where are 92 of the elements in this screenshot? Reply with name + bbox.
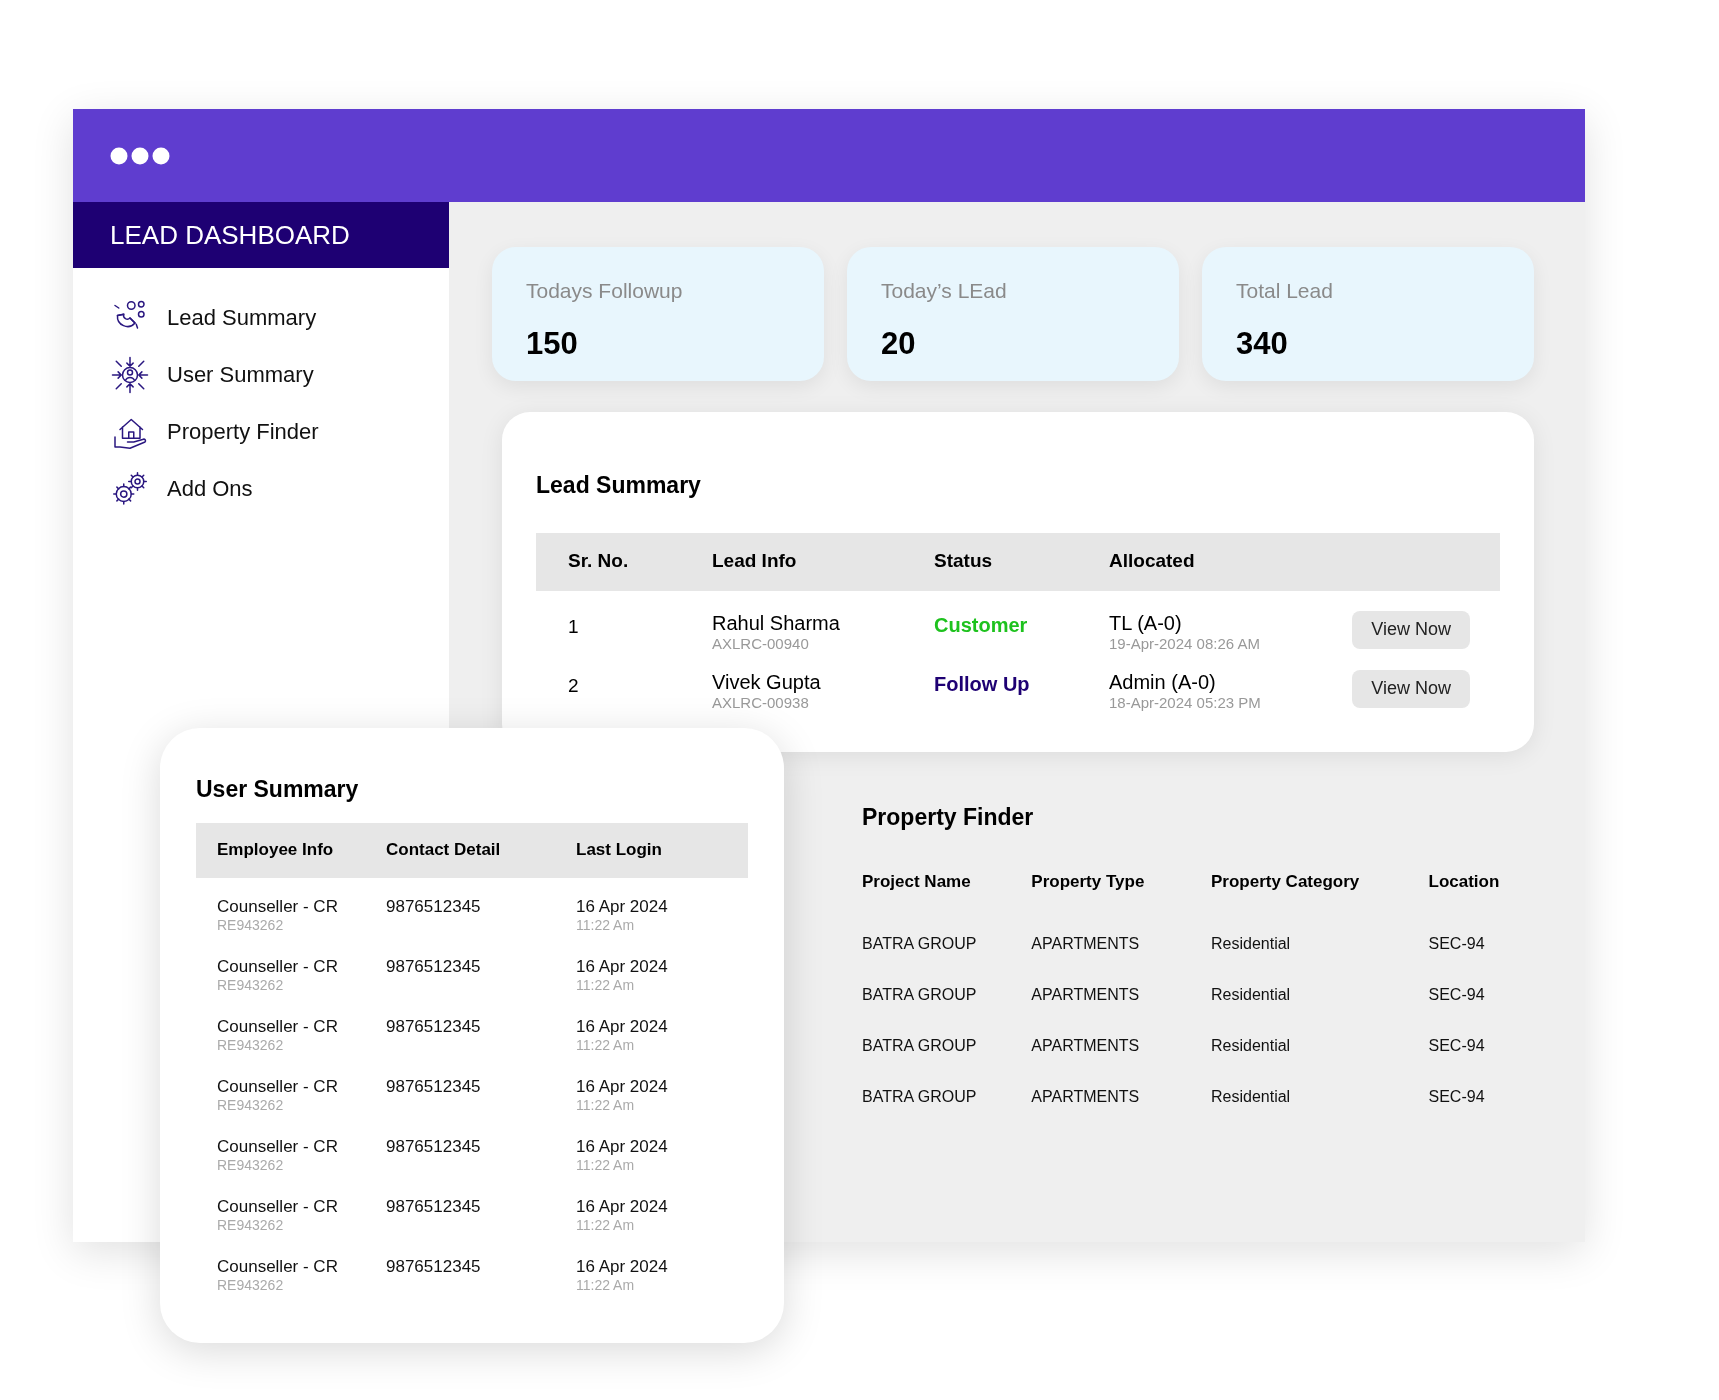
sidebar-item[interactable]: Add Ons: [110, 467, 449, 510]
table-cell-text: Residential: [1211, 985, 1292, 1005]
table-cell-text: 9876512345: [386, 1195, 482, 1218]
employee-id: RE943262: [217, 976, 285, 994]
allocated-date: 18-Apr-2024 05:23 PM: [1109, 693, 1262, 712]
table-cell-text: 9876512345: [386, 1255, 482, 1278]
employee-role: Counseller - CR: [217, 1195, 339, 1217]
employee-id: RE943262: [217, 1156, 285, 1174]
view-now-button[interactable]: View Now: [1352, 610, 1470, 649]
employee-role: Counseller - CR: [217, 955, 339, 977]
table-cell-text: BATRA GROUP: [862, 1087, 978, 1107]
table-cell-text: SEC-94: [1428, 934, 1486, 954]
allocated-to: TL (A-0): [1109, 610, 1183, 635]
table-cell-text: BATRA GROUP: [862, 934, 978, 954]
employee-role: Counseller - CR: [217, 895, 339, 917]
login-date: 16 Apr 2024: [576, 895, 669, 917]
column-header: Sr. No.: [567, 549, 630, 574]
table-cell-text: APARTMENTS: [1031, 985, 1141, 1005]
employee-role: Counseller - CR: [217, 1255, 339, 1277]
stat-value: 340: [1236, 324, 1289, 363]
login-date: 16 Apr 2024: [576, 1255, 669, 1277]
stat-label: Todays Followup: [526, 278, 684, 304]
column-header: Last Login: [576, 839, 663, 862]
column-header: Property Category: [1211, 870, 1361, 893]
table-cell-text: 2: [567, 673, 580, 698]
table-cell-text: 1: [567, 614, 580, 639]
dashboard-title: LEAD DASHBOARD: [110, 218, 350, 252]
sidebar-item[interactable]: Property Finder: [110, 410, 449, 453]
sidebar-item[interactable]: User Summary: [110, 353, 449, 396]
table-cell-text: 9876512345: [386, 955, 482, 978]
section-title: User Summary: [196, 775, 360, 804]
login-date: 16 Apr 2024: [576, 1135, 669, 1157]
column-header: Project Name: [862, 870, 972, 893]
login-date: 16 Apr 2024: [576, 1195, 669, 1217]
employee-id: RE943262: [217, 1096, 285, 1114]
column-header: Status: [934, 549, 994, 574]
stat-value: 150: [526, 324, 579, 363]
column-header: Contact Detail: [386, 839, 502, 862]
table-cell-text: APARTMENTS: [1031, 1087, 1141, 1107]
stat-label: Today’s LEad: [881, 278, 1008, 304]
table-cell-text: Residential: [1211, 1087, 1292, 1107]
section-title: Property Finder: [862, 803, 1035, 832]
login-date: 16 Apr 2024: [576, 1015, 669, 1037]
sidebar-item[interactable]: Lead Summary: [110, 296, 449, 339]
column-header: Lead Info: [712, 549, 798, 574]
employee-role: Counseller - CR: [217, 1075, 339, 1097]
table-cell-text: 9876512345: [386, 1015, 482, 1038]
lead-name: Rahul Sharma: [712, 610, 841, 635]
table-cell-text: 9876512345: [386, 1075, 482, 1098]
column-header: Allocated: [1109, 549, 1196, 574]
status-text: Customer: [934, 613, 1028, 636]
login-time: 11:22 Am: [576, 1216, 636, 1234]
column-header: Property Type: [1031, 870, 1146, 893]
lead-code: AXLRC-00940: [712, 634, 810, 653]
table-cell-text: SEC-94: [1428, 985, 1486, 1005]
view-now-button[interactable]: View Now: [1352, 669, 1470, 708]
login-date: 16 Apr 2024: [576, 1075, 669, 1097]
section-title: Lead Summary: [536, 471, 702, 500]
table-cell-text: BATRA GROUP: [862, 1036, 978, 1056]
employee-id: RE943262: [217, 916, 285, 934]
allocated-to: Admin (A-0): [1109, 669, 1217, 694]
table-cell-text: SEC-94: [1428, 1087, 1486, 1107]
person-arrows-icon: [110, 354, 150, 395]
login-time: 11:22 Am: [576, 976, 636, 994]
table-cell-text: Residential: [1211, 1036, 1292, 1056]
login-time: 11:22 Am: [576, 1156, 636, 1174]
stat-value: 20: [881, 324, 917, 363]
column-header: Location: [1428, 870, 1501, 893]
login-time: 11:22 Am: [576, 1276, 636, 1294]
table-cell-text: 9876512345: [386, 1135, 482, 1158]
lead-code: AXLRC-00938: [712, 693, 810, 712]
status-text: Follow Up: [934, 672, 1030, 695]
table-cell-text: 9876512345: [386, 895, 482, 918]
allocated-date: 19-Apr-2024 08:26 AM: [1109, 634, 1261, 653]
login-time: 11:22 Am: [576, 916, 636, 934]
login-date: 16 Apr 2024: [576, 955, 669, 977]
login-time: 11:22 Am: [576, 1096, 636, 1114]
login-time: 11:22 Am: [576, 1036, 636, 1054]
employee-role: Counseller - CR: [217, 1015, 339, 1037]
stat-label: Total Lead: [1236, 278, 1334, 304]
column-header: Employee Info: [216, 839, 335, 862]
employee-id: RE943262: [217, 1216, 285, 1234]
employee-role: Counseller - CR: [217, 1135, 339, 1157]
window-dots-icon: [110, 146, 170, 165]
lead-name: Vivek Gupta: [712, 669, 822, 694]
table-cell-text: Residential: [1211, 934, 1292, 954]
employee-id: RE943262: [217, 1036, 285, 1054]
table-cell-text: APARTMENTS: [1031, 934, 1141, 954]
employee-id: RE943262: [217, 1276, 285, 1294]
table-cell-text: APARTMENTS: [1031, 1036, 1141, 1056]
table-cell-text: BATRA GROUP: [862, 985, 978, 1005]
table-cell-text: SEC-94: [1428, 1036, 1486, 1056]
